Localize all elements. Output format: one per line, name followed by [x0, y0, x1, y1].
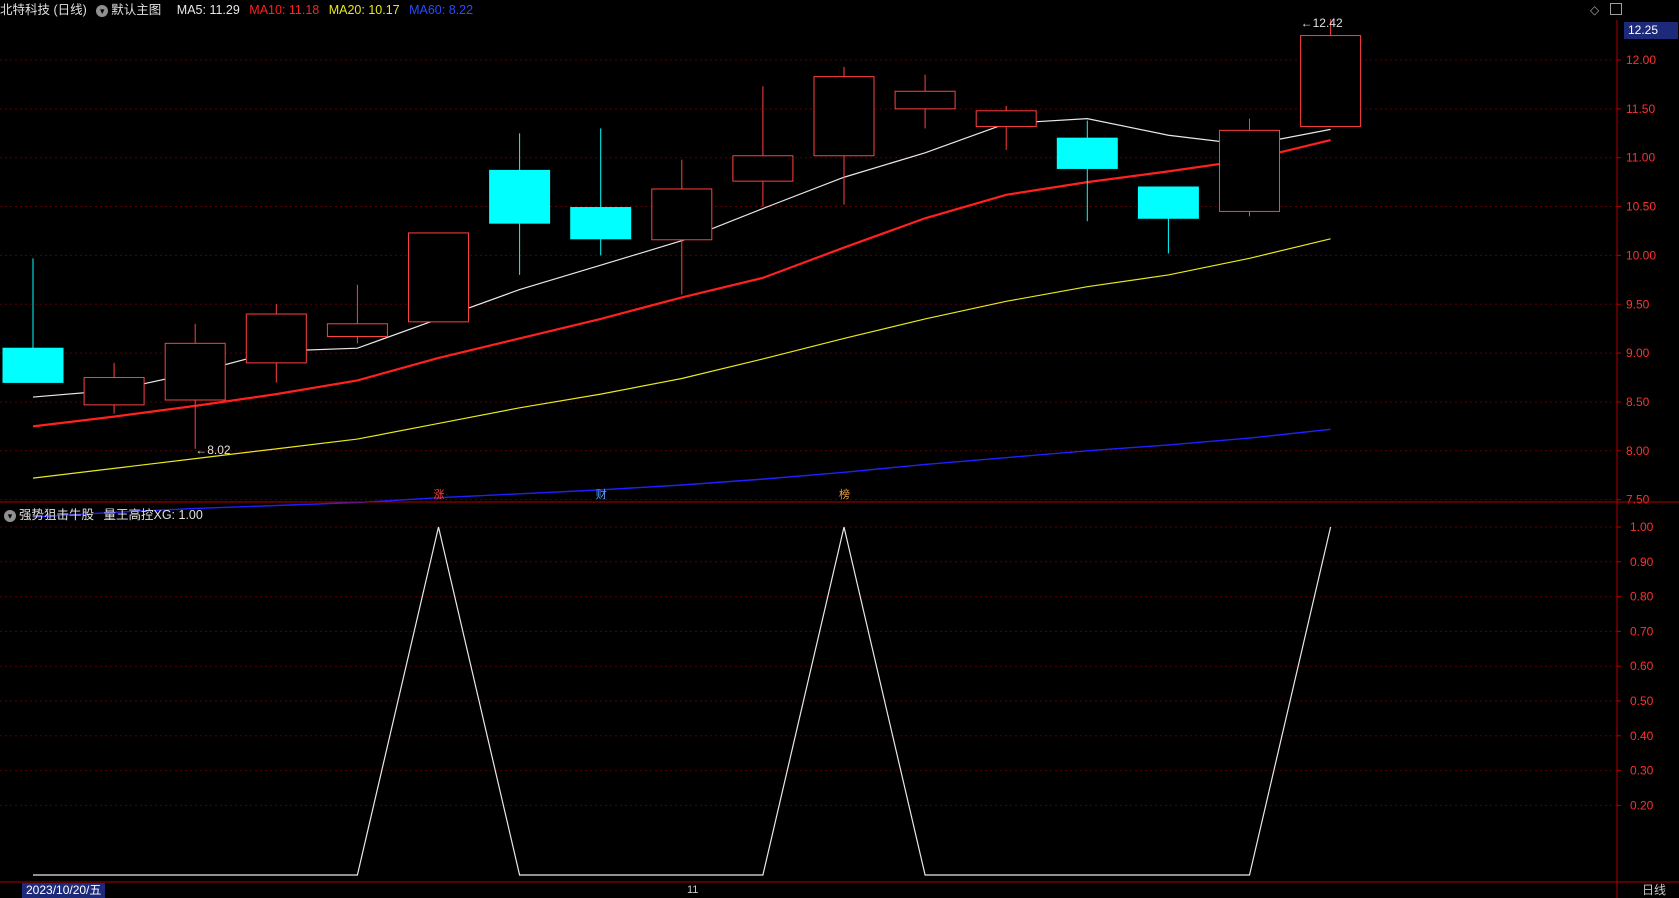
main-grid: [0, 59, 1617, 501]
candle-body-up: [651, 188, 713, 241]
indicator-name[interactable]: 强势狙击牛股: [19, 508, 94, 522]
candle-body-up: [326, 323, 388, 337]
indicator-tick-label: 1.00: [1630, 520, 1654, 534]
candle: [245, 304, 307, 383]
indicator-grid: [0, 526, 1617, 806]
main-chart-header: 北特科技 (日线) ▾ 默认主图 MA5: 11.29 MA10: 11.18 M…: [0, 0, 479, 20]
candlesticks: ←12.42 ←8.02 涨 财 榜: [2, 16, 1362, 501]
candle: [83, 362, 145, 414]
month-tick-label: 11: [687, 884, 699, 896]
price-tick-label: 8.50: [1626, 395, 1650, 409]
diamond-icon[interactable]: ◇: [1590, 3, 1599, 17]
event-mark: 榜: [839, 487, 850, 501]
template-selector[interactable]: ▾ 默认主图: [96, 3, 171, 17]
candle: [326, 284, 388, 344]
cursor-date-label: 2023/10/20/五: [22, 883, 106, 898]
current-price-tag: 12.25: [1624, 22, 1678, 39]
stock-title[interactable]: 北特科技 (日线): [0, 3, 87, 17]
ma60-label: MA60: 8.22: [409, 3, 474, 17]
indicator-tick-label: 0.40: [1630, 729, 1654, 743]
candle-body-up: [975, 110, 1037, 127]
stock-chart-window[interactable]: ←12.42 ←8.02 涨 财 榜 12.00 11.50 11.00 10.50 10.00…: [0, 0, 1679, 898]
candle-body-down: [1056, 137, 1118, 169]
price-tick-label: 9.00: [1626, 346, 1650, 360]
price-tick-label: 10.00: [1626, 248, 1656, 262]
low-marker: ←8.02: [195, 443, 231, 457]
candle-body-up: [83, 377, 145, 406]
candle-body-down: [2, 347, 64, 383]
price-tick-label: 11.50: [1626, 102, 1655, 116]
candle-body-down: [489, 169, 551, 224]
price-axis: 12.00 11.50 11.00 10.50 10.00 9.50 9.00 8.50 8.0…: [1617, 53, 1656, 812]
price-tick-label: 9.50: [1626, 297, 1650, 311]
candle-body-down: [1137, 186, 1199, 219]
candle: [2, 258, 64, 383]
candle-body-up: [1300, 35, 1362, 127]
price-tick-label: 7.50: [1626, 493, 1650, 507]
period-label[interactable]: 日线: [1642, 883, 1666, 898]
indicator-tick-label: 0.50: [1630, 694, 1654, 708]
indicator-header: ▾ 强势狙击牛股 量王高控XG: 1.00: [4, 505, 209, 525]
candle-body-up: [408, 232, 469, 323]
candle-body-down: [570, 207, 632, 240]
candle-body-up: [894, 90, 956, 110]
indicator-tick-label: 0.20: [1630, 798, 1654, 812]
candle: [894, 74, 956, 129]
candle: [164, 323, 226, 449]
indicator-settings-icon[interactable]: ▾: [4, 510, 16, 522]
settings-icon[interactable]: ▾: [96, 5, 109, 17]
kline-chart[interactable]: ←12.42 ←8.02 涨 财 榜 12.00 11.50 11.00 10.50 10.00…: [0, 0, 1679, 898]
candle: [570, 128, 632, 256]
candle: [813, 66, 875, 205]
event-mark: 财: [596, 487, 607, 501]
price-tick-label: 11.00: [1626, 151, 1655, 165]
event-mark: 涨: [434, 488, 445, 501]
indicator-tick-label: 0.80: [1630, 590, 1654, 604]
indicator-tick-label: 0.90: [1630, 555, 1654, 569]
price-tick-label: 8.00: [1626, 444, 1650, 458]
candle-body-up: [245, 313, 307, 364]
price-tick-label: 10.50: [1626, 200, 1656, 214]
candle: [651, 159, 713, 295]
template-label: 默认主图: [111, 3, 162, 17]
price-tick-label: 12.00: [1626, 53, 1656, 67]
candle-body-up: [813, 76, 875, 157]
window-toggle-icon[interactable]: [1610, 3, 1622, 15]
indicator-tick-label: 0.30: [1630, 764, 1654, 778]
ma10-label: MA10: 11.18: [249, 3, 320, 17]
candle: [1137, 186, 1199, 254]
candle-body-up: [1219, 129, 1280, 212]
ma20-label: MA20: 10.17: [328, 3, 400, 17]
candle: [1300, 18, 1362, 127]
ma5-label: MA5: 11.29: [176, 3, 240, 17]
indicator-tick-label: 0.70: [1630, 624, 1654, 638]
indicator-value: 量王高控XG: 1.00: [103, 508, 203, 522]
candle: [975, 105, 1037, 150]
candle: [732, 86, 794, 207]
candle: [1219, 118, 1280, 217]
candle: [408, 232, 469, 323]
candle-body-up: [732, 155, 794, 182]
candle: [489, 133, 551, 275]
high-marker: ←12.42: [1301, 16, 1343, 30]
candle-body-up: [164, 342, 226, 401]
indicator-tick-label: 0.60: [1630, 659, 1654, 673]
